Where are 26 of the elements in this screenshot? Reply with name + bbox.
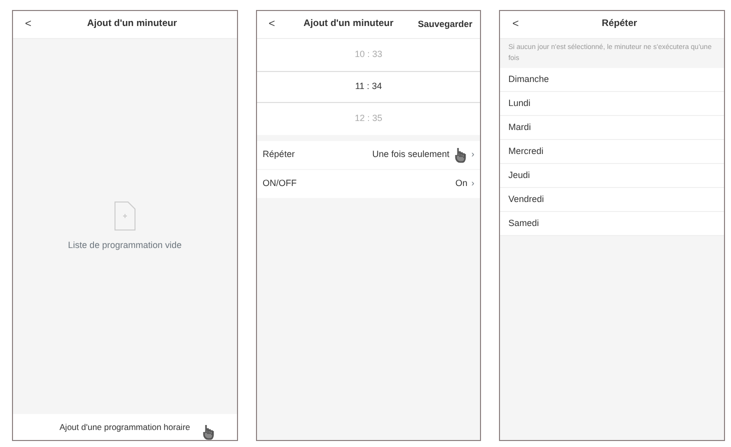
settings-row[interactable]: ON/OFF On › [256,170,480,198]
settings-row[interactable]: Répéter Une fois seulement › [256,141,480,169]
weekday-item[interactable]: Mercredi [500,140,724,164]
weekday-item[interactable]: Mardi [500,116,724,140]
document-icon [114,200,136,231]
weekday-item[interactable]: Jeudi [500,164,724,188]
weekday-item[interactable]: Samedi [500,212,724,236]
chevron-icon: › [471,177,474,191]
screen-title: Ajout d'un minuteur [302,17,394,32]
screen-title: Répéter [600,17,638,32]
weekday-item[interactable]: Vendredi [500,188,724,212]
chevron-icon: › [471,148,474,162]
hand-pointer-icon [453,147,468,163]
setting-label: ON/OFF [262,177,298,190]
back-button[interactable]: < [264,16,280,33]
weekday-item[interactable]: Lundi [500,92,724,116]
empty-list-text: Liste de programmation vide [68,238,182,252]
time-picker-row[interactable]: 11 : 34 [256,71,480,103]
weekday-item[interactable]: Dimanche [500,68,724,92]
save-button[interactable]: Sauvegarder [418,18,472,32]
setting-label: Répéter [262,148,296,162]
setting-value: Une fois seulement [372,148,450,162]
back-button[interactable]: < [508,16,523,33]
back-button[interactable]: < [21,16,36,33]
setting-value: On [455,177,468,190]
screen-title: Ajout d'un minuteur [86,17,178,32]
